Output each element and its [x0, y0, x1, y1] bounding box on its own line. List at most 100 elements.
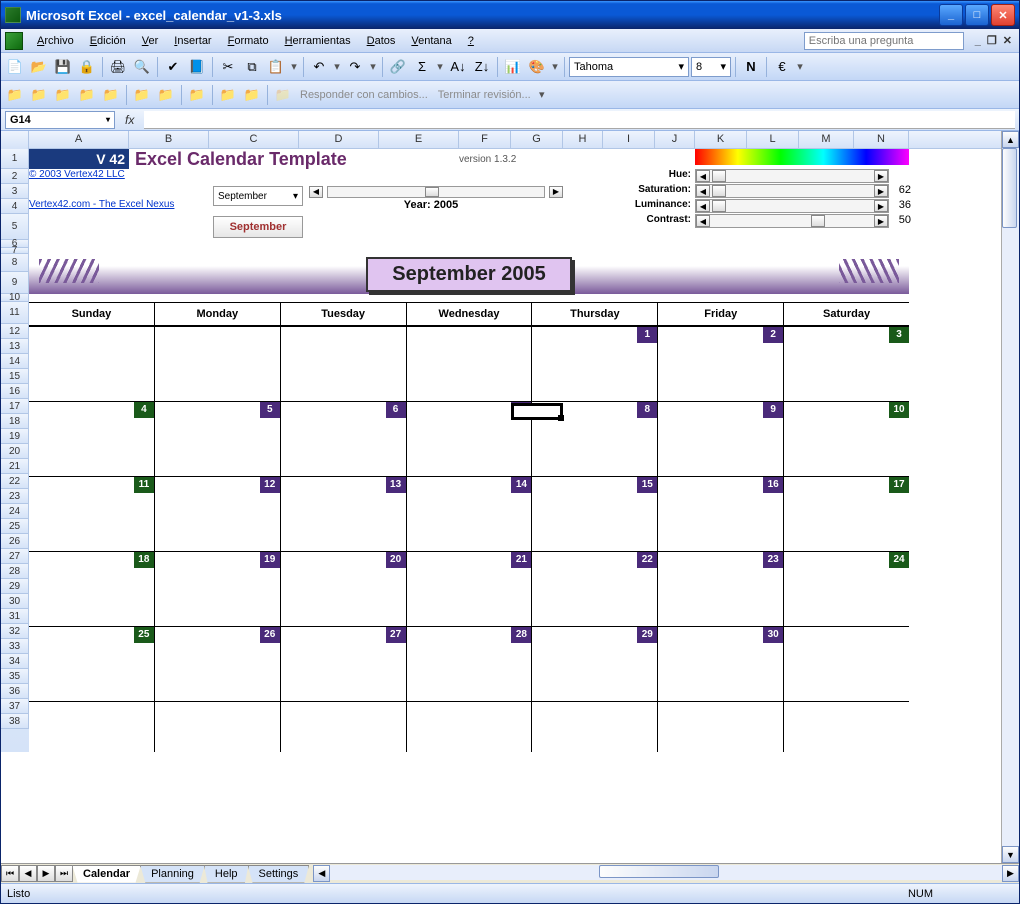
- menu-formato[interactable]: Formato: [220, 32, 277, 50]
- undo-button[interactable]: ↶: [308, 56, 330, 78]
- calendar-cell[interactable]: 24: [784, 552, 909, 627]
- calendar-cell[interactable]: [155, 702, 281, 752]
- row-header-19[interactable]: 19: [1, 429, 29, 444]
- print-preview-button[interactable]: 🔍: [131, 56, 153, 78]
- saturation-inc[interactable]: ▶: [874, 185, 888, 197]
- sort-asc-button[interactable]: A↓: [447, 56, 469, 78]
- review-toolbar-options[interactable]: ▾: [537, 88, 547, 101]
- row-header-17[interactable]: 17: [1, 399, 29, 414]
- calendar-cell[interactable]: 2: [658, 327, 784, 402]
- calendar-cell[interactable]: [281, 327, 407, 402]
- calendar-cell[interactable]: [658, 702, 784, 752]
- year-dec[interactable]: ◀: [309, 186, 323, 198]
- menu-ver[interactable]: Ver: [134, 32, 167, 50]
- calendar-cell[interactable]: 9: [658, 402, 784, 477]
- row-header-21[interactable]: 21: [1, 459, 29, 474]
- copy-button[interactable]: ⧉: [241, 56, 263, 78]
- calendar-cell[interactable]: 13: [281, 477, 407, 552]
- review-btn-7[interactable]: 📁: [155, 84, 177, 106]
- scroll-down-button[interactable]: ▼: [1002, 846, 1019, 863]
- doc-close-button[interactable]: ✕: [1000, 34, 1015, 47]
- calendar-cell[interactable]: [784, 627, 909, 702]
- save-button[interactable]: 💾: [52, 56, 74, 78]
- tab-prev-button[interactable]: ◀: [19, 865, 37, 882]
- menu-edición[interactable]: Edición: [82, 32, 134, 50]
- spelling-button[interactable]: ✔: [162, 56, 184, 78]
- calendar-cell[interactable]: 5: [155, 402, 281, 477]
- scroll-right-button[interactable]: ▶: [1002, 865, 1019, 882]
- row-header-35[interactable]: 35: [1, 669, 29, 684]
- calendar-cell[interactable]: 7: [407, 402, 533, 477]
- row-header-33[interactable]: 33: [1, 639, 29, 654]
- calendar-cell[interactable]: 8: [532, 402, 658, 477]
- sheet-tab-calendar[interactable]: Calendar: [72, 865, 141, 883]
- end-review-button[interactable]: Terminar revisión...: [434, 89, 535, 101]
- calendar-cell[interactable]: [29, 327, 155, 402]
- calendar-cell[interactable]: [532, 702, 658, 752]
- row-header-12[interactable]: 12: [1, 324, 29, 339]
- row-header-36[interactable]: 36: [1, 684, 29, 699]
- font-select[interactable]: Tahoma▾: [569, 57, 689, 77]
- paste-button[interactable]: 📋: [265, 56, 287, 78]
- calendar-cell[interactable]: 14: [407, 477, 533, 552]
- calendar-cell[interactable]: 11: [29, 477, 155, 552]
- row-header-38[interactable]: 38: [1, 714, 29, 729]
- col-header-L[interactable]: L: [747, 131, 799, 148]
- review-btn-10[interactable]: 📁: [241, 84, 263, 106]
- calendar-cell[interactable]: [784, 702, 909, 752]
- respond-changes-button[interactable]: Responder con cambios...: [296, 89, 432, 101]
- calendar-cell[interactable]: 16: [658, 477, 784, 552]
- tab-next-button[interactable]: ▶: [37, 865, 55, 882]
- calendar-cell[interactable]: 29: [532, 627, 658, 702]
- font-size-select[interactable]: 8▾: [691, 57, 731, 77]
- col-header-D[interactable]: D: [299, 131, 379, 148]
- contrast-dec[interactable]: ◀: [696, 215, 710, 227]
- calendar-cell[interactable]: 1: [532, 327, 658, 402]
- row-header-31[interactable]: 31: [1, 609, 29, 624]
- calendar-cell[interactable]: 17: [784, 477, 909, 552]
- sheet-tab-planning[interactable]: Planning: [140, 865, 205, 883]
- col-header-H[interactable]: H: [563, 131, 603, 148]
- calendar-cell[interactable]: 10: [784, 402, 909, 477]
- review-btn-11[interactable]: 📁: [272, 84, 294, 106]
- autosum-icon[interactable]: Σ: [411, 56, 433, 78]
- contrast-thumb[interactable]: [811, 215, 825, 227]
- calendar-cell[interactable]: 28: [407, 627, 533, 702]
- menu-datos[interactable]: Datos: [359, 32, 404, 50]
- sheet-tab-settings[interactable]: Settings: [248, 865, 310, 883]
- contrast-slider[interactable]: ◀▶: [695, 214, 889, 228]
- worksheet[interactable]: ABCDEFGHIJKLMN 1234567891011121314151617…: [1, 131, 1001, 863]
- row-header-18[interactable]: 18: [1, 414, 29, 429]
- research-button[interactable]: 📘: [186, 56, 208, 78]
- row-header-34[interactable]: 34: [1, 654, 29, 669]
- doc-restore-button[interactable]: ❐: [984, 34, 1000, 47]
- row-header-3[interactable]: 3: [1, 184, 29, 199]
- row-header-10[interactable]: 10: [1, 294, 29, 302]
- col-header-M[interactable]: M: [799, 131, 854, 148]
- hue-thumb[interactable]: [712, 170, 726, 182]
- col-header-N[interactable]: N: [854, 131, 909, 148]
- col-header-B[interactable]: B: [129, 131, 209, 148]
- horizontal-scrollbar[interactable]: ◀ ▶: [313, 865, 1019, 882]
- menu-ventana[interactable]: Ventana: [403, 32, 459, 50]
- format-toolbar-options[interactable]: ▾: [795, 60, 805, 73]
- sheet-tab-help[interactable]: Help: [204, 865, 249, 883]
- review-btn-3[interactable]: 📁: [52, 84, 74, 106]
- calendar-cell[interactable]: 6: [281, 402, 407, 477]
- calendar-cell[interactable]: [407, 327, 533, 402]
- fx-icon[interactable]: fx: [119, 113, 140, 127]
- review-btn-1[interactable]: 📁: [4, 84, 26, 106]
- col-header-A[interactable]: A: [29, 131, 129, 148]
- calendar-cell[interactable]: 22: [532, 552, 658, 627]
- redo-button[interactable]: ↷: [344, 56, 366, 78]
- col-header-J[interactable]: J: [655, 131, 695, 148]
- select-all-corner[interactable]: [1, 131, 29, 149]
- row-header-27[interactable]: 27: [1, 549, 29, 564]
- calendar-cell[interactable]: 27: [281, 627, 407, 702]
- calendar-cell[interactable]: [407, 702, 533, 752]
- row-header-32[interactable]: 32: [1, 624, 29, 639]
- col-header-G[interactable]: G: [511, 131, 563, 148]
- calendar-cell[interactable]: [29, 702, 155, 752]
- row-header-25[interactable]: 25: [1, 519, 29, 534]
- col-header-C[interactable]: C: [209, 131, 299, 148]
